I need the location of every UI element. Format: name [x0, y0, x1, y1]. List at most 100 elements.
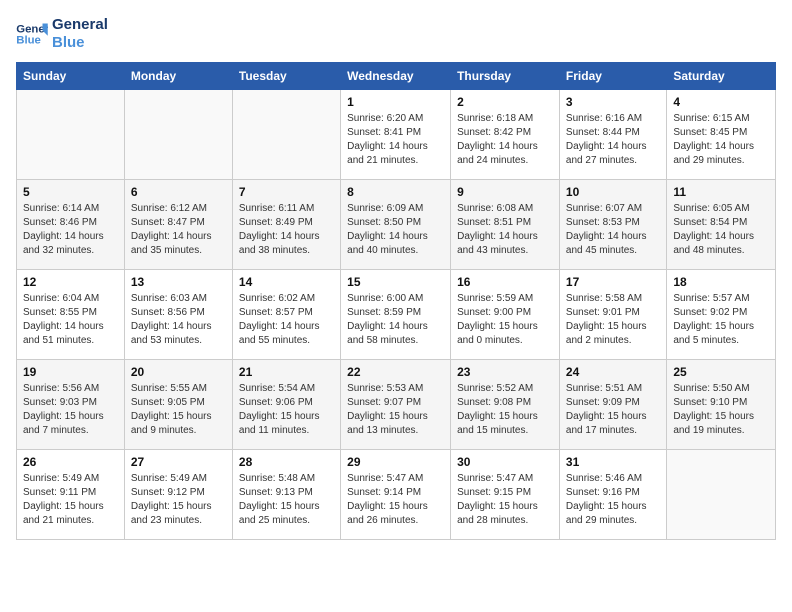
day-number: 5: [23, 185, 118, 199]
page-header: General Blue General Blue: [16, 16, 776, 52]
calendar-cell: 19 Sunrise: 5:56 AM Sunset: 9:03 PM Dayli…: [17, 360, 125, 450]
day-info: Sunrise: 6:07 AM Sunset: 8:53 PM Dayligh…: [566, 202, 660, 258]
calendar-cell: 8 Sunrise: 6:09 AM Sunset: 8:50 PM Daylig…: [341, 180, 451, 270]
day-number: 8: [347, 185, 444, 199]
day-number: 17: [566, 275, 660, 289]
logo: General Blue General Blue: [16, 16, 108, 52]
calendar-cell: [667, 450, 776, 540]
day-info: Sunrise: 5:51 AM Sunset: 9:09 PM Dayligh…: [566, 382, 660, 438]
calendar-cell: 17 Sunrise: 5:58 AM Sunset: 9:01 PM Dayli…: [559, 270, 666, 360]
calendar-cell: 22Sunrise: 5:53 AM Sunset: 9:07 PM Dayli…: [341, 360, 451, 450]
logo-text-general: General: [52, 16, 108, 34]
calendar-cell: 12 Sunrise: 6:04 AM Sunset: 8:55 PM Dayli…: [17, 270, 125, 360]
calendar-cell: 5Sunrise: 6:14 AM Sunset: 8:46 PM Daylig…: [17, 180, 125, 270]
day-info: Sunrise: 6:16 AM Sunset: 8:44 PM Dayligh…: [566, 112, 660, 168]
day-number: 3: [566, 95, 660, 109]
calendar-cell: 1Sunrise: 6:20 AM Sunset: 8:41 PM Daylig…: [341, 90, 451, 180]
day-info: Sunrise: 6:12 AM Sunset: 8:47 PM Dayligh…: [131, 202, 226, 258]
calendar-cell: 6 Sunrise: 6:12 AM Sunset: 8:47 PM Daylig…: [124, 180, 232, 270]
day-number: 1: [347, 95, 444, 109]
day-number: 29: [347, 455, 444, 469]
day-number: 15: [347, 275, 444, 289]
header-day-friday: Friday: [559, 63, 666, 90]
calendar-cell: 31 Sunrise: 5:46 AM Sunset: 9:16 PM Dayli…: [559, 450, 666, 540]
calendar-cell: 14 Sunrise: 6:02 AM Sunset: 8:57 PM Dayli…: [232, 270, 340, 360]
day-info: Sunrise: 5:59 AM Sunset: 9:00 PM Dayligh…: [457, 292, 553, 348]
calendar-cell: 25 Sunrise: 5:50 AM Sunset: 9:10 PM Dayli…: [667, 360, 776, 450]
header-day-monday: Monday: [124, 63, 232, 90]
day-number: 2: [457, 95, 553, 109]
calendar-week-row: 26 Sunrise: 5:49 AM Sunset: 9:11 PM Dayli…: [17, 450, 776, 540]
calendar-cell: 9Sunrise: 6:08 AM Sunset: 8:51 PM Daylig…: [451, 180, 560, 270]
day-info: Sunrise: 5:52 AM Sunset: 9:08 PM Dayligh…: [457, 382, 553, 438]
calendar-cell: [124, 90, 232, 180]
header-day-wednesday: Wednesday: [341, 63, 451, 90]
calendar-cell: 20 Sunrise: 5:55 AM Sunset: 9:05 PM Dayli…: [124, 360, 232, 450]
day-info: Sunrise: 5:50 AM Sunset: 9:10 PM Dayligh…: [673, 382, 769, 438]
calendar-cell: 30Sunrise: 5:47 AM Sunset: 9:15 PM Dayli…: [451, 450, 560, 540]
calendar-cell: 16 Sunrise: 5:59 AM Sunset: 9:00 PM Dayli…: [451, 270, 560, 360]
calendar-cell: 13Sunrise: 6:03 AM Sunset: 8:56 PM Dayli…: [124, 270, 232, 360]
calendar-cell: 27Sunrise: 5:49 AM Sunset: 9:12 PM Dayli…: [124, 450, 232, 540]
calendar-cell: 23 Sunrise: 5:52 AM Sunset: 9:08 PM Dayli…: [451, 360, 560, 450]
calendar-cell: [232, 90, 340, 180]
day-info: Sunrise: 5:58 AM Sunset: 9:01 PM Dayligh…: [566, 292, 660, 348]
calendar-cell: 11 Sunrise: 6:05 AM Sunset: 8:54 PM Dayli…: [667, 180, 776, 270]
day-number: 14: [239, 275, 334, 289]
calendar-cell: [17, 90, 125, 180]
day-info: Sunrise: 5:49 AM Sunset: 9:11 PM Dayligh…: [23, 472, 118, 528]
calendar-cell: 7 Sunrise: 6:11 AM Sunset: 8:49 PM Daylig…: [232, 180, 340, 270]
day-info: Sunrise: 5:57 AM Sunset: 9:02 PM Dayligh…: [673, 292, 769, 348]
day-number: 10: [566, 185, 660, 199]
calendar-week-row: 12 Sunrise: 6:04 AM Sunset: 8:55 PM Dayli…: [17, 270, 776, 360]
day-info: Sunrise: 6:11 AM Sunset: 8:49 PM Dayligh…: [239, 202, 334, 258]
day-number: 30: [457, 455, 553, 469]
day-info: Sunrise: 5:48 AM Sunset: 9:13 PM Dayligh…: [239, 472, 334, 528]
header-day-tuesday: Tuesday: [232, 63, 340, 90]
day-number: 16: [457, 275, 553, 289]
day-number: 18: [673, 275, 769, 289]
day-number: 11: [673, 185, 769, 199]
day-info: Sunrise: 6:18 AM Sunset: 8:42 PM Dayligh…: [457, 112, 553, 168]
day-number: 28: [239, 455, 334, 469]
day-info: Sunrise: 5:53 AM Sunset: 9:07 PM Dayligh…: [347, 382, 444, 438]
header-day-sunday: Sunday: [17, 63, 125, 90]
calendar-cell: 24Sunrise: 5:51 AM Sunset: 9:09 PM Dayli…: [559, 360, 666, 450]
day-number: 31: [566, 455, 660, 469]
calendar-cell: 2 Sunrise: 6:18 AM Sunset: 8:42 PM Daylig…: [451, 90, 560, 180]
day-info: Sunrise: 6:05 AM Sunset: 8:54 PM Dayligh…: [673, 202, 769, 258]
header-day-saturday: Saturday: [667, 63, 776, 90]
day-info: Sunrise: 6:00 AM Sunset: 8:59 PM Dayligh…: [347, 292, 444, 348]
day-number: 12: [23, 275, 118, 289]
logo-text-blue: Blue: [52, 34, 108, 52]
day-number: 21: [239, 365, 334, 379]
calendar-cell: 15 Sunrise: 6:00 AM Sunset: 8:59 PM Dayli…: [341, 270, 451, 360]
calendar-table: SundayMondayTuesdayWednesdayThursdayFrid…: [16, 62, 776, 540]
day-number: 9: [457, 185, 553, 199]
day-number: 26: [23, 455, 118, 469]
day-info: Sunrise: 6:02 AM Sunset: 8:57 PM Dayligh…: [239, 292, 334, 348]
calendar-cell: 10 Sunrise: 6:07 AM Sunset: 8:53 PM Dayli…: [559, 180, 666, 270]
calendar-cell: 4Sunrise: 6:15 AM Sunset: 8:45 PM Daylig…: [667, 90, 776, 180]
calendar-cell: 28 Sunrise: 5:48 AM Sunset: 9:13 PM Dayli…: [232, 450, 340, 540]
day-info: Sunrise: 5:56 AM Sunset: 9:03 PM Dayligh…: [23, 382, 118, 438]
day-number: 6: [131, 185, 226, 199]
day-number: 7: [239, 185, 334, 199]
calendar-week-row: 19 Sunrise: 5:56 AM Sunset: 9:03 PM Dayli…: [17, 360, 776, 450]
day-info: Sunrise: 5:55 AM Sunset: 9:05 PM Dayligh…: [131, 382, 226, 438]
calendar-cell: 21Sunrise: 5:54 AM Sunset: 9:06 PM Dayli…: [232, 360, 340, 450]
day-info: Sunrise: 6:09 AM Sunset: 8:50 PM Dayligh…: [347, 202, 444, 258]
calendar-cell: 18 Sunrise: 5:57 AM Sunset: 9:02 PM Dayli…: [667, 270, 776, 360]
day-number: 25: [673, 365, 769, 379]
day-number: 19: [23, 365, 118, 379]
day-info: Sunrise: 5:47 AM Sunset: 9:14 PM Dayligh…: [347, 472, 444, 528]
logo-icon: General Blue: [16, 20, 48, 48]
calendar-cell: 26 Sunrise: 5:49 AM Sunset: 9:11 PM Dayli…: [17, 450, 125, 540]
day-info: Sunrise: 5:46 AM Sunset: 9:16 PM Dayligh…: [566, 472, 660, 528]
svg-text:Blue: Blue: [16, 35, 41, 47]
day-info: Sunrise: 6:15 AM Sunset: 8:45 PM Dayligh…: [673, 112, 769, 168]
day-number: 20: [131, 365, 226, 379]
day-number: 23: [457, 365, 553, 379]
day-info: Sunrise: 6:04 AM Sunset: 8:55 PM Dayligh…: [23, 292, 118, 348]
header-day-thursday: Thursday: [451, 63, 560, 90]
